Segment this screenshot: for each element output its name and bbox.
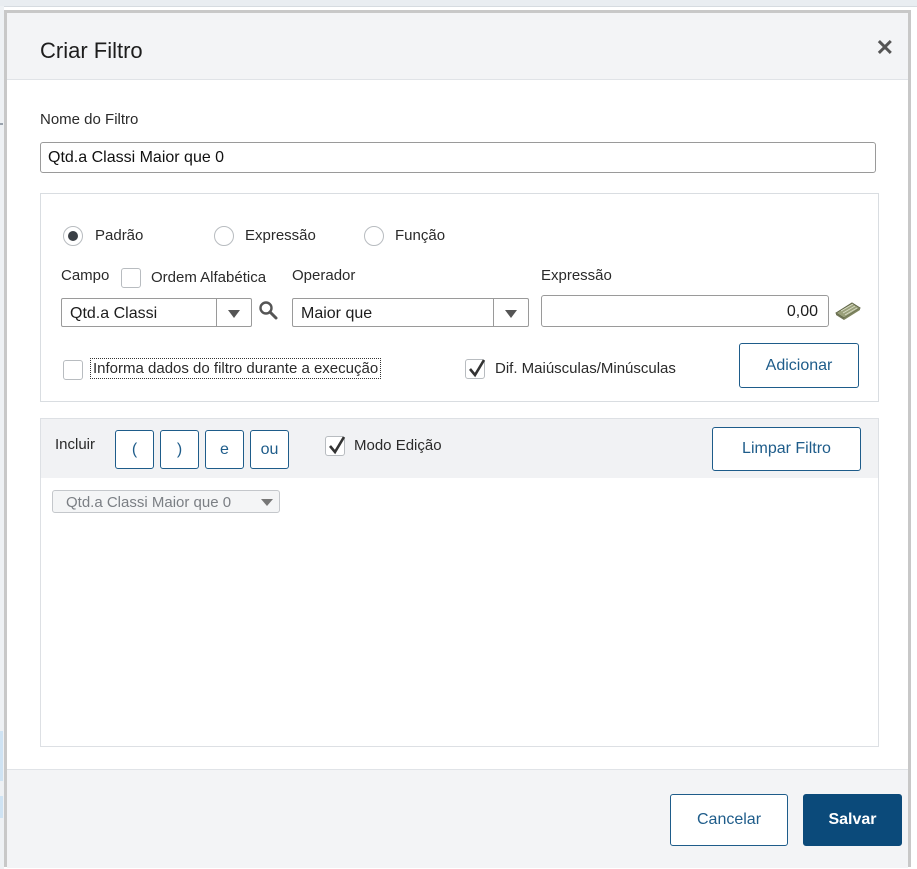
chevron-down-icon[interactable] (493, 299, 528, 326)
open-paren-button[interactable]: ( (115, 430, 154, 469)
expressao-input[interactable]: 0,00 (541, 295, 829, 327)
save-button[interactable]: Salvar (803, 794, 902, 846)
informa-dados-checkbox[interactable] (63, 360, 83, 380)
create-filter-dialog: Criar Filtro ✕ Nome do Filtro Padrão Exp… (4, 10, 911, 868)
filter-name-label: Nome do Filtro (40, 111, 139, 128)
chevron-down-icon[interactable] (216, 299, 251, 326)
and-button[interactable]: e (205, 430, 244, 469)
dialog-header: Criar Filtro ✕ (7, 13, 908, 80)
filter-definition-panel: Padrão Expressão Função Campo Ordem Alfa… (40, 193, 879, 402)
close-paren-button[interactable]: ) (160, 430, 199, 469)
edit-mode-label: Modo Edição (354, 437, 442, 454)
dialog-title: Criar Filtro (40, 38, 143, 63)
operador-label: Operador (292, 267, 356, 284)
campo-select[interactable]: Qtd.a Classi (61, 298, 252, 327)
close-icon[interactable]: ✕ (876, 35, 894, 61)
filter-item-dropdown[interactable]: Qtd.a Classi Maior que 0 (52, 490, 280, 513)
filter-name-input[interactable] (40, 142, 876, 173)
calculator-icon[interactable] (834, 299, 862, 321)
radio-funcao-label: Função (395, 227, 446, 244)
cancel-button[interactable]: Cancelar (670, 794, 788, 846)
case-sensitive-checkbox[interactable] (465, 359, 486, 379)
dialog-footer: Cancelar Salvar (7, 769, 908, 868)
campo-select-value: Qtd.a Classi (70, 305, 158, 322)
case-sensitive-label: Dif. Maiúsculas/Minúsculas (495, 360, 676, 377)
radio-padrao-label: Padrão (95, 227, 144, 244)
expressao-label: Expressão (541, 267, 612, 284)
background-top-bar (0, 0, 917, 7)
informa-dados-label: Informa dados do filtro durante a execuç… (90, 358, 382, 379)
operador-select[interactable]: Maior que (292, 298, 529, 327)
expressao-value: 0,00 (786, 303, 818, 320)
operador-select-value: Maior que (301, 305, 373, 322)
alphabetical-order-checkbox[interactable] (121, 268, 141, 288)
edit-mode-checkbox[interactable] (325, 436, 346, 456)
incluir-label: Incluir (55, 436, 96, 453)
filter-expression-list: Qtd.a Classi Maior que 0 (40, 478, 879, 747)
radio-funcao[interactable] (364, 226, 384, 246)
radio-expressao-label: Expressão (245, 227, 316, 244)
campo-label: Campo (61, 267, 110, 284)
search-icon[interactable] (258, 300, 280, 322)
filter-item-label: Qtd.a Classi Maior que 0 (66, 494, 232, 511)
clear-filter-button[interactable]: Limpar Filtro (712, 427, 861, 471)
add-button[interactable]: Adicionar (739, 343, 859, 388)
filter-toolbar: Incluir ( ) e ou Modo Edição Limpar Filt… (40, 418, 879, 479)
radio-expressao[interactable] (214, 226, 234, 246)
or-button[interactable]: ou (250, 430, 289, 469)
chevron-down-icon (261, 499, 273, 506)
radio-padrao[interactable] (63, 226, 83, 246)
alphabetical-order-label: Ordem Alfabética (151, 269, 267, 286)
